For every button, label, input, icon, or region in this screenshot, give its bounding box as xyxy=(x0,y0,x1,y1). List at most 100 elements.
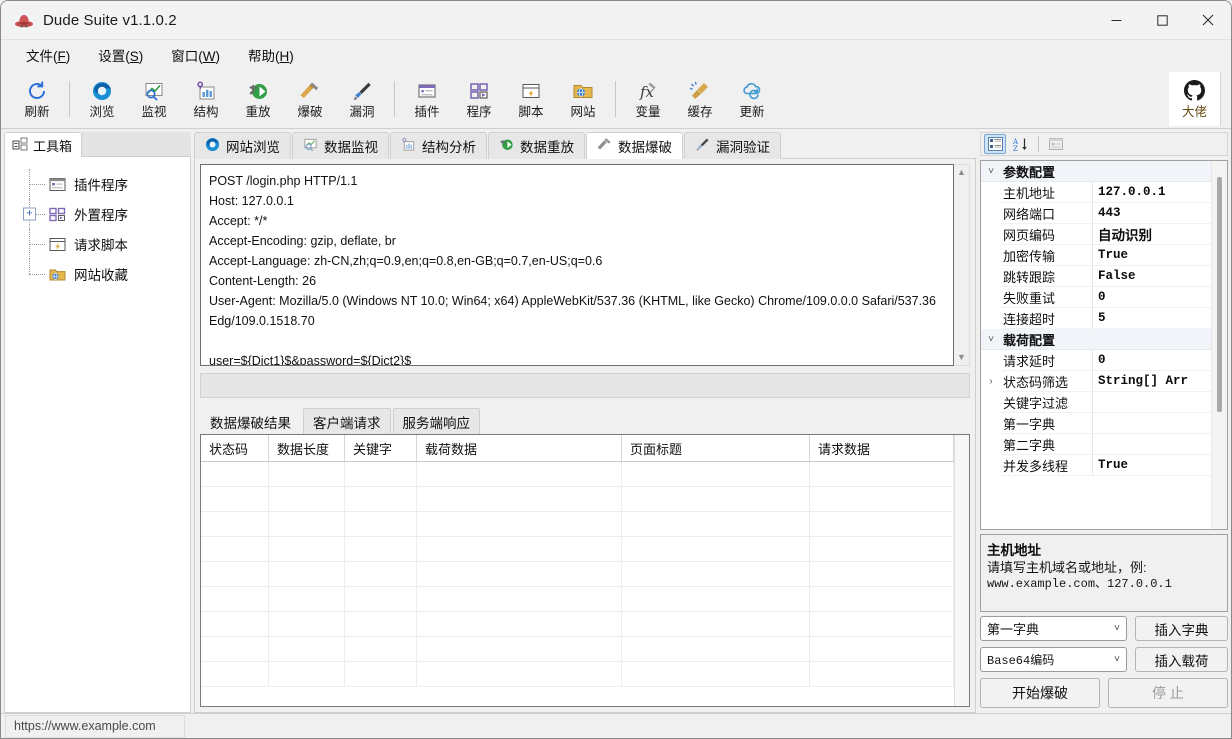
toolbar-button-plugin[interactable]: 插件 xyxy=(401,72,453,126)
property-row-concurrent-threads[interactable]: 并发多线程 True xyxy=(981,455,1211,476)
result-tab-client-request[interactable]: 客户端请求 xyxy=(303,408,391,434)
scroll-down-icon[interactable]: ▼ xyxy=(957,353,966,362)
property-row-connect-timeout[interactable]: 连接超时 5 xyxy=(981,308,1211,329)
tab-structure-analysis[interactable]: 结构分析 xyxy=(390,132,487,159)
column-header-status-code[interactable]: 状态码 xyxy=(201,435,269,461)
tree-item-request-script[interactable]: 请求脚本 xyxy=(5,229,190,259)
insert-payload-button[interactable]: 插入载荷 xyxy=(1135,647,1228,672)
request-editor[interactable]: POST /login.php HTTP/1.1 Host: 127.0.0.1… xyxy=(200,164,954,366)
toolbar-button-refresh[interactable]: 刷新 xyxy=(11,72,63,126)
property-value[interactable]: 自动识别 xyxy=(1093,224,1211,245)
maximize-button[interactable] xyxy=(1139,1,1185,39)
property-row-keyword-filter[interactable]: 关键字过滤 xyxy=(981,392,1211,413)
menu-item-help[interactable]: 帮助(H) xyxy=(235,41,307,69)
chevron-down-icon[interactable]: ˅ xyxy=(981,166,1001,177)
property-value[interactable]: 443 xyxy=(1093,203,1211,224)
toolbar-button-structure[interactable]: 结构 xyxy=(180,72,232,126)
result-tab-server-response[interactable]: 服务端响应 xyxy=(393,408,481,434)
property-category-parameter-config[interactable]: ˅ 参数配置 xyxy=(981,161,1211,182)
property-value[interactable]: True xyxy=(1093,245,1211,266)
property-row-second-dictionary[interactable]: 第二字典 xyxy=(981,434,1211,455)
menu-item-file[interactable]: 文件(F) xyxy=(13,41,83,69)
chevron-down-icon[interactable]: ˅ xyxy=(981,334,1001,345)
property-row-first-dictionary[interactable]: 第一字典 xyxy=(981,413,1211,434)
toolbar-button-vulnerability[interactable]: 漏洞 xyxy=(336,72,388,126)
stop-button[interactable]: 停 止 xyxy=(1108,678,1228,708)
tree-item-plugin-program[interactable]: 插件程序 xyxy=(5,169,190,199)
property-row-encrypted-transfer[interactable]: 加密传输 True xyxy=(981,245,1211,266)
property-value[interactable]: 127.0.0.1 xyxy=(1093,182,1211,203)
table-row[interactable] xyxy=(201,537,954,562)
toolbar-button-program[interactable]: 程序 xyxy=(453,72,505,126)
tab-data-monitor[interactable]: 数据监视 xyxy=(292,132,389,159)
toolbar-button-website[interactable]: 网站 xyxy=(557,72,609,126)
chevron-right-icon[interactable]: › xyxy=(981,371,1001,392)
tree-item-website-favorites[interactable]: 网站收藏 xyxy=(5,259,190,289)
property-value[interactable]: String[] Arr xyxy=(1093,371,1211,392)
table-row[interactable] xyxy=(201,562,954,587)
minimize-button[interactable] xyxy=(1093,1,1139,39)
scroll-up-icon[interactable]: ▲ xyxy=(957,168,966,177)
property-row-failure-retry[interactable]: 失败重试 0 xyxy=(981,287,1211,308)
toolbar-button-update[interactable]: 更新 xyxy=(726,72,778,126)
property-row-page-encoding[interactable]: 网页编码 自动识别 xyxy=(981,224,1211,245)
sort-az-icon[interactable]: AZ xyxy=(1010,134,1032,154)
property-grid-scrollbar[interactable] xyxy=(1211,161,1227,529)
table-row[interactable] xyxy=(201,462,954,487)
property-row-redirect-follow[interactable]: 跳转跟踪 False xyxy=(981,266,1211,287)
property-value[interactable] xyxy=(1093,392,1211,413)
column-header-keyword[interactable]: 关键字 xyxy=(345,435,417,461)
tab-website-browse[interactable]: 网站浏览 xyxy=(194,132,291,159)
menu-item-window[interactable]: 窗口(W) xyxy=(158,41,233,69)
table-row[interactable] xyxy=(201,637,954,662)
menu-item-settings[interactable]: 设置(S) xyxy=(85,41,156,69)
property-value[interactable]: 5 xyxy=(1093,308,1211,329)
result-tab-bruteforce-results[interactable]: 数据爆破结果 xyxy=(200,408,301,434)
toolbar-button-script[interactable]: 脚本 xyxy=(505,72,557,126)
property-value[interactable]: True xyxy=(1093,455,1211,476)
property-category-payload-config[interactable]: ˅ 载荷配置 xyxy=(981,329,1211,350)
dictionary-select[interactable]: 第一字典 ˅ xyxy=(980,616,1127,641)
results-grid-scrollbar[interactable] xyxy=(954,435,969,706)
table-row[interactable] xyxy=(201,512,954,537)
tab-data-replay[interactable]: 数据重放 xyxy=(488,132,585,159)
categorized-icon[interactable] xyxy=(984,134,1006,154)
encoding-select[interactable]: Base64编码 ˅ xyxy=(980,647,1127,672)
table-row[interactable] xyxy=(201,487,954,512)
tree-item-external-program[interactable]: + 外置程序 xyxy=(5,199,190,229)
tab-vulnerability-verify[interactable]: 漏洞验证 xyxy=(684,132,781,159)
tree-expander-icon[interactable]: + xyxy=(23,208,36,221)
toolbar-button-monitor[interactable]: 监视 xyxy=(128,72,180,126)
property-row-host-address[interactable]: 主机地址 127.0.0.1 xyxy=(981,182,1211,203)
property-row-request-delay[interactable]: 请求延时 0 xyxy=(981,350,1211,371)
toolbar-button-cache[interactable]: 缓存 xyxy=(674,72,726,126)
table-row[interactable] xyxy=(201,587,954,612)
close-button[interactable] xyxy=(1185,1,1231,39)
property-value[interactable]: 0 xyxy=(1093,287,1211,308)
property-value[interactable]: 0 xyxy=(1093,350,1211,371)
toolbar-button-variable[interactable]: fx 变量 xyxy=(622,72,674,126)
tab-toolbox[interactable]: 工具箱 xyxy=(4,132,82,157)
table-row[interactable] xyxy=(201,612,954,637)
start-bruteforce-button[interactable]: 开始爆破 xyxy=(980,678,1100,708)
toolbar-button-browse[interactable]: 浏览 xyxy=(76,72,128,126)
toolbar-button-bruteforce[interactable]: 爆破 xyxy=(284,72,336,126)
column-header-request-data[interactable]: 请求数据 xyxy=(810,435,954,461)
toolbar-button-github[interactable]: 大佬 xyxy=(1169,72,1221,126)
column-header-payload-data[interactable]: 载荷数据 xyxy=(417,435,622,461)
insert-dictionary-button[interactable]: 插入字典 xyxy=(1135,616,1228,641)
column-header-data-length[interactable]: 数据长度 xyxy=(269,435,345,461)
tab-data-bruteforce[interactable]: 数据爆破 xyxy=(586,132,683,159)
scrollbar-thumb[interactable] xyxy=(1217,177,1222,412)
property-value[interactable] xyxy=(1093,434,1211,455)
property-pages-icon[interactable] xyxy=(1045,134,1067,154)
property-row-network-port[interactable]: 网络端口 443 xyxy=(981,203,1211,224)
main-body: 工具箱 插件程序 + 外置程序 xyxy=(1,129,1231,713)
property-value[interactable]: False xyxy=(1093,266,1211,287)
toolbar-button-replay[interactable]: 重放 xyxy=(232,72,284,126)
column-header-page-title[interactable]: 页面标题 xyxy=(622,435,810,461)
property-row-status-code-filter[interactable]: › 状态码筛选 String[] Arr xyxy=(981,371,1211,392)
table-row[interactable] xyxy=(201,662,954,687)
property-value[interactable] xyxy=(1093,413,1211,434)
request-editor-scrollbar[interactable]: ▲ ▼ xyxy=(954,164,970,366)
